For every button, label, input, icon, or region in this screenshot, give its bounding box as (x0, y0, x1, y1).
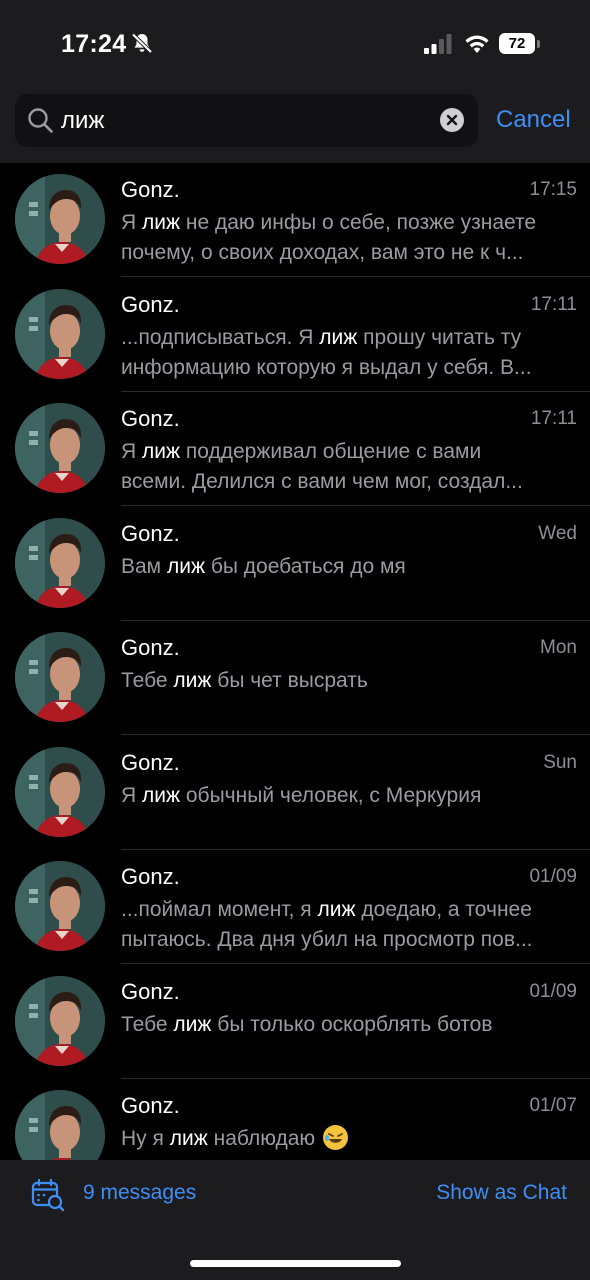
search-highlight: лиж (173, 1012, 212, 1036)
search-bar[interactable]: лиж (15, 94, 478, 147)
search-highlight: лиж (142, 211, 181, 234)
message-date: 17:11 (530, 408, 577, 429)
message-date: 17:15 (529, 179, 577, 200)
search-result-row[interactable]: Gonz. Sun Я лиж обычный человек, с Меркури… (0, 736, 590, 850)
clear-icon (446, 114, 458, 126)
message-date: Mon (540, 637, 577, 658)
status-bar: 17:24 72 (0, 0, 590, 88)
search-result-row[interactable]: Gonz. Wed Вам лиж бы доебаться до мя (0, 507, 590, 621)
avatar (15, 517, 105, 608)
sender-name: Gonz. (121, 291, 180, 317)
message-date: 01/09 (529, 980, 577, 1002)
message-snippet: Я лиж поддерживал общение с вами всеми. Д… (121, 440, 523, 493)
search-highlight: лиж (142, 783, 181, 807)
message-snippet: Я лиж обычный человек, с Меркурия (121, 783, 482, 807)
avatar (15, 403, 105, 493)
home-indicator (190, 1260, 401, 1267)
search-results-list: Gonz. 17:15 Я лиж не даю инфы о себе, позж… (0, 163, 590, 1160)
avatar (15, 288, 105, 379)
calendar-search-icon[interactable] (31, 1178, 65, 1212)
message-snippet: Вам лиж бы доебаться до мя (121, 554, 406, 578)
sender-name: Gonz. (121, 864, 180, 889)
search-result-row[interactable]: Gonz. 01/07 Ну я лиж наблюдаю (0, 1079, 590, 1160)
message-date: 17:11 (530, 293, 577, 315)
sender-name: Gonz. (121, 635, 180, 660)
search-highlight: лиж (166, 554, 206, 578)
wifi-icon (465, 35, 489, 53)
message-snippet: Тебе лиж бы чет высрать (121, 669, 368, 692)
search-result-row[interactable]: Gonz. 17:15 Я лиж не даю инфы о себе, позж… (0, 163, 590, 277)
clear-search-button[interactable] (440, 108, 464, 132)
search-input[interactable]: лиж (61, 94, 431, 147)
sender-name: Gonz. (121, 1093, 180, 1118)
sender-name: Gonz. (121, 177, 180, 202)
battery-level: 72 (499, 33, 535, 54)
message-snippet: Ну я лиж наблюдаю (121, 1124, 579, 1154)
search-icon (28, 108, 53, 133)
message-date: Wed (538, 522, 577, 544)
message-date: 01/09 (529, 866, 577, 887)
cancel-button[interactable]: Cancel (496, 104, 571, 136)
message-date: 01/07 (529, 1095, 577, 1116)
message-snippet: Я лиж не даю инфы о себе, позже узнаете п… (121, 211, 537, 264)
search-result-row[interactable]: Gonz. 17:11 ...подписываться. Я лиж прошу … (0, 278, 590, 392)
search-result-row[interactable]: Gonz. 01/09 Тебе лиж бы только оскорблять … (0, 965, 590, 1079)
message-snippet: ...подписываться. Я лиж прошу читать ту и… (121, 325, 532, 379)
search-highlight: лиж (319, 325, 358, 349)
search-result-row[interactable]: Gonz. Mon Тебе лиж бы чет высрать (0, 621, 590, 735)
avatar (15, 632, 105, 722)
avatar (15, 1090, 105, 1160)
status-time: 17:24 (61, 30, 127, 58)
search-highlight: лиж (169, 1127, 208, 1150)
show-as-chat-button[interactable]: Show as Chat (436, 1181, 567, 1205)
sender-name: Gonz. (121, 749, 180, 775)
messages-count[interactable]: 9 messages (83, 1181, 196, 1205)
top-area: 17:24 72 лиж Cancel (0, 0, 590, 163)
search-highlight: лиж (317, 898, 356, 921)
search-result-row[interactable]: Gonz. 17:11 Я лиж поддерживал общение с ва… (0, 392, 590, 506)
sender-name: Gonz. (121, 978, 180, 1004)
battery-icon: 72 (499, 33, 543, 55)
search-result-row[interactable]: Gonz. 01/09 ...поймал момент, я лиж доедаю… (0, 850, 590, 964)
laughing-emoji-icon (323, 1125, 349, 1150)
message-snippet: ...поймал момент, я лиж доедаю, а точнее… (121, 898, 533, 951)
avatar (15, 174, 105, 264)
avatar (15, 861, 105, 951)
search-highlight: лиж (173, 669, 212, 692)
avatar (15, 975, 105, 1066)
message-date: Sun (543, 751, 577, 773)
sender-name: Gonz. (121, 406, 180, 431)
bottom-bar: 9 messages Show as Chat (0, 1160, 590, 1280)
avatar (15, 746, 105, 837)
sender-name: Gonz. (121, 520, 180, 546)
search-highlight: лиж (142, 440, 181, 463)
bell-slash-icon (131, 33, 153, 54)
message-snippet: Тебе лиж бы только оскорблять ботов (121, 1012, 493, 1036)
signal-icon (424, 34, 452, 54)
